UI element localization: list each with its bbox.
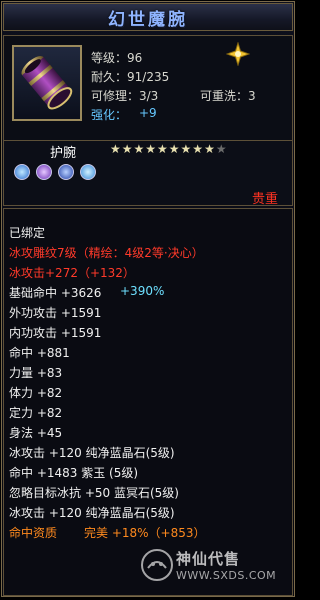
- level-text: 等级：96: [91, 51, 143, 65]
- repair-text: 可修理：3/3: [91, 89, 159, 103]
- strengthen-label: 强化：: [91, 108, 128, 122]
- binding-status: 贵重: [251, 192, 278, 207]
- item-icon: [12, 45, 82, 121]
- gem-attribute-line: 冰攻击 +120 纯净蓝晶石(5级): [9, 446, 175, 460]
- gem-socket-icon[interactable]: [80, 164, 96, 180]
- attribute-line: 基础命中 +3626: [9, 286, 102, 300]
- star-icon: ★★★★★★★★★: [110, 142, 216, 156]
- gem-attribute-line: 忽略目标冰抗 +50 蓝冥石(5级): [9, 486, 179, 500]
- rewash-text: 可重洗：3: [200, 89, 256, 103]
- watermark-url: WWW.SXDS.COM: [176, 569, 277, 582]
- item-title: 幻世魔腕: [108, 9, 188, 30]
- quality-sparkle-icon: [225, 41, 251, 70]
- attribute-line: 冰攻雕纹7级（精绘：4级2等·决心）: [9, 246, 204, 260]
- attribute-line: 内功攻击 +1591: [9, 326, 102, 340]
- durability-text: 耐久：91/235: [91, 70, 170, 84]
- gem-socket-icon[interactable]: [14, 164, 30, 180]
- gem-socket-icon[interactable]: [36, 164, 52, 180]
- gem-attribute-line: 冰攻击 +120 纯净蓝晶石(5级): [9, 506, 175, 520]
- star-empty-icon: ★: [215, 142, 228, 156]
- bracer-icon: [21, 56, 73, 110]
- strengthen-value: +9: [139, 106, 157, 120]
- attribute-line: 命中 +881: [9, 346, 70, 360]
- attribute-line: 身法 +45: [9, 426, 63, 440]
- watermark-logo-icon: [140, 548, 174, 586]
- star-rating: ★★★★★★★★★★: [110, 142, 228, 156]
- attribute-line: 定力 +82: [9, 406, 63, 420]
- attribute-line: 冰攻击+272（+132）: [9, 266, 135, 280]
- attribute-line: 体力 +82: [9, 386, 63, 400]
- attribute-line: 力量 +83: [9, 366, 63, 380]
- aptitude-value: 完美 +18%（+853）: [84, 526, 206, 540]
- gem-socket-icon[interactable]: [58, 164, 74, 180]
- watermark-brand: 神仙代售: [176, 550, 241, 568]
- aptitude-label: 命中资质: [9, 526, 58, 540]
- attribute-line: 外功攻击 +1591: [9, 306, 102, 320]
- title-bar: 幻世魔腕: [3, 3, 293, 31]
- gem-attribute-line: 命中 +1483 紫玉 (5级): [9, 466, 139, 480]
- slot-name: 护腕: [50, 146, 77, 161]
- bound-text: 已绑定: [9, 226, 46, 240]
- attribute-bonus: +390%: [120, 284, 165, 298]
